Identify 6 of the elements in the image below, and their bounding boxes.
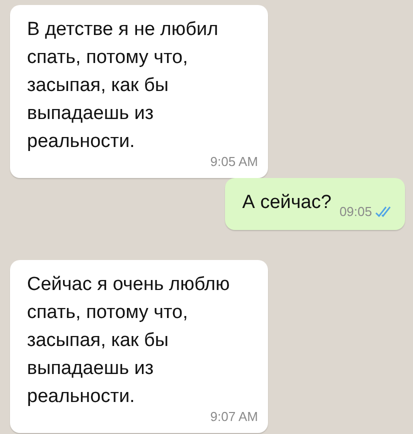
message-time: 9:05 AM	[210, 154, 258, 169]
message-time: 9:07 AM	[210, 409, 258, 424]
message-text: В детстве я не любил спать, потому что, засыпая, как бы выпадаешь из реальности.	[27, 18, 220, 154]
message-text: Сейчас я очень люблю спать, потому что, засыпая, как бы выпадаешь из реальности.	[27, 273, 231, 409]
message-text: А сейчас?	[242, 191, 332, 215]
message-time: 09:05	[339, 204, 372, 219]
